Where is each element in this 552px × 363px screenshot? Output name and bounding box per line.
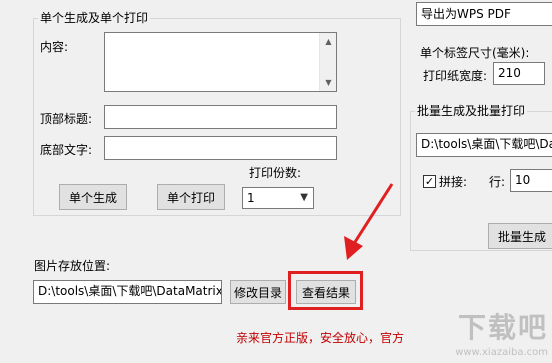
row-input[interactable]: 10 — [510, 169, 552, 192]
image-path-label: 图片存放位置: — [34, 259, 111, 273]
top-title-label: 顶部标题: — [40, 112, 93, 126]
single-group-title: 单个生成及单个打印 — [38, 11, 151, 25]
scroll-up-icon[interactable]: ▲ — [320, 33, 337, 50]
watermark-text: 下载吧 — [457, 311, 548, 344]
chevron-down-icon: ▼ — [300, 192, 308, 203]
paper-width-input[interactable]: 210 — [493, 62, 545, 85]
bottom-text-label: 底部文字: — [40, 143, 93, 157]
content-textarea[interactable]: ▲ ▼ — [104, 32, 337, 92]
label-size-label: 单个标签尺寸(毫米): — [420, 46, 530, 60]
single-generate-button[interactable]: 单个生成 — [59, 184, 127, 210]
scroll-down-icon[interactable]: ▼ — [320, 74, 337, 91]
splice-label: 拼接: — [439, 175, 468, 189]
single-print-button[interactable]: 单个打印 — [157, 184, 225, 210]
batch-path-input[interactable]: D:\tools\桌面\下载吧\Data — [416, 133, 552, 157]
view-results-highlight-box — [288, 271, 363, 310]
paper-width-label: 打印纸宽度: — [423, 69, 488, 83]
content-scrollbar[interactable]: ▲ ▼ — [319, 33, 336, 91]
arrow-shaft — [353, 183, 394, 243]
copies-value: 1 — [247, 191, 255, 205]
export-format-value: 导出为WPS PDF — [421, 7, 511, 21]
footer-text: 亲来官方正版，安全放心，官方 — [236, 331, 405, 345]
watermark-url: www.xiazaiba.com — [455, 347, 548, 358]
batch-generate-button[interactable]: 批量生成 — [488, 223, 552, 249]
batch-group-title: 批量生成及批量打印 — [415, 104, 528, 118]
splice-checkbox[interactable]: ✓ — [423, 175, 436, 188]
red-arrow-annotation — [344, 183, 394, 260]
image-path-input[interactable]: D:\tools\桌面\下载吧\DataMatrixG — [33, 280, 222, 304]
watermark-logo: 下载吧 www.xiazaiba.com — [422, 312, 552, 363]
content-label: 内容: — [40, 40, 69, 54]
top-title-input[interactable] — [104, 105, 337, 129]
copies-label: 打印份数: — [249, 166, 302, 180]
arrow-head — [344, 236, 363, 260]
bottom-text-input[interactable] — [104, 136, 337, 160]
export-format-select[interactable]: 导出为WPS PDF — [416, 2, 552, 26]
change-directory-button[interactable]: 修改目录 — [230, 280, 286, 304]
copies-select[interactable]: 1 ▼ — [242, 187, 314, 209]
row-label: 行: — [489, 175, 506, 189]
